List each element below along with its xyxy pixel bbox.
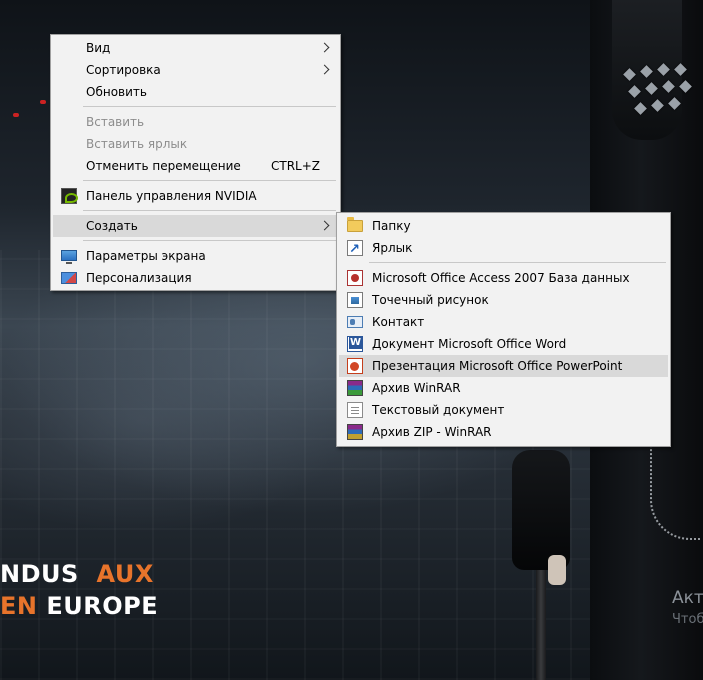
submenu-item-label: Архив ZIP - WinRAR	[372, 425, 492, 439]
chevron-right-icon	[319, 220, 330, 231]
access-icon	[347, 270, 363, 286]
submenu-item-label: Архив WinRAR	[372, 381, 461, 395]
submenu-item-powerpoint[interactable]: Презентация Microsoft Office PowerPoint	[339, 355, 668, 377]
word-icon	[347, 336, 363, 352]
zip-winrar-icon	[347, 424, 363, 440]
menu-item-label: Создать	[86, 219, 138, 233]
text-document-icon	[347, 402, 363, 418]
menu-item-label: Обновить	[86, 85, 147, 99]
folder-icon	[347, 217, 363, 232]
submenu-item-shortcut[interactable]: Ярлык	[339, 237, 668, 261]
wallpaper-promo-text: NDUS AUX EN EUROPE	[0, 558, 158, 622]
menu-item-personalization[interactable]: Персонализация	[53, 267, 338, 289]
wallpaper-side-text: Акт	[672, 588, 703, 608]
wallpaper-side-text-small: Чтоб	[672, 612, 703, 627]
personalization-icon	[61, 272, 77, 284]
submenu-item-label: Точечный рисунок	[372, 293, 489, 307]
menu-separator	[83, 210, 336, 211]
submenu-item-label: Ярлык	[372, 241, 413, 255]
create-submenu: Папку Ярлык Microsoft Office Access 2007…	[336, 212, 671, 447]
menu-item-label: Параметры экрана	[86, 249, 206, 263]
submenu-item-winrar-archive[interactable]: Архив WinRAR	[339, 377, 668, 399]
promo-line2-accent: EN	[0, 592, 38, 620]
submenu-item-bitmap[interactable]: Точечный рисунок	[339, 289, 668, 311]
menu-item-nvidia-control-panel[interactable]: Панель управления NVIDIA	[53, 185, 338, 207]
menu-item-label: Сортировка	[86, 63, 161, 77]
desktop-context-menu: Вид Сортировка Обновить Вставить Вставит…	[50, 34, 341, 291]
menu-item-undo-move[interactable]: Отменить перемещение CTRL+Z	[53, 155, 338, 177]
display-settings-icon	[61, 250, 77, 264]
powerpoint-icon	[347, 358, 363, 374]
submenu-item-label: Папку	[372, 219, 411, 233]
bitmap-icon	[347, 292, 363, 308]
menu-item-paste-shortcut: Вставить ярлык	[53, 133, 338, 155]
submenu-item-label: Контакт	[372, 315, 425, 329]
wallpaper-red-light	[40, 100, 46, 104]
wallpaper-glove	[512, 450, 570, 570]
menu-item-label: Вставить	[86, 115, 145, 129]
winrar-icon	[347, 380, 363, 396]
submenu-item-word-document[interactable]: Документ Microsoft Office Word	[339, 333, 668, 355]
submenu-item-access-database[interactable]: Microsoft Office Access 2007 База данных	[339, 267, 668, 289]
menu-item-shortcut: CTRL+Z	[270, 159, 320, 173]
menu-item-display-settings[interactable]: Параметры экрана	[53, 245, 338, 267]
menu-separator	[83, 180, 336, 181]
shortcut-icon	[347, 239, 363, 261]
promo-line1-text: NDUS	[0, 560, 79, 588]
chevron-right-icon	[319, 42, 330, 53]
menu-item-label: Вид	[86, 41, 111, 55]
menu-separator	[83, 106, 336, 107]
submenu-item-zip-archive[interactable]: Архив ZIP - WinRAR	[339, 421, 668, 443]
menu-item-label: Панель управления NVIDIA	[86, 189, 257, 203]
wallpaper-stick	[536, 570, 546, 680]
promo-line1-accent: AUX	[96, 560, 154, 588]
menu-item-sort[interactable]: Сортировка	[53, 59, 338, 81]
nvidia-icon	[61, 188, 78, 204]
menu-item-refresh[interactable]: Обновить	[53, 81, 338, 103]
menu-item-label: Отменить перемещение	[86, 159, 241, 173]
wallpaper-glove-thumb	[548, 555, 566, 585]
menu-separator	[369, 262, 666, 263]
submenu-item-text-document[interactable]: Текстовый документ	[339, 399, 668, 421]
wallpaper-studs	[620, 63, 700, 125]
submenu-item-label: Microsoft Office Access 2007 База данных	[372, 271, 630, 285]
submenu-item-label: Презентация Microsoft Office PowerPoint	[372, 359, 623, 373]
submenu-item-contact[interactable]: Контакт	[339, 311, 668, 333]
chevron-right-icon	[319, 64, 330, 75]
submenu-item-folder[interactable]: Папку	[339, 215, 668, 237]
submenu-item-label: Документ Microsoft Office Word	[372, 337, 567, 351]
menu-item-create[interactable]: Создать	[53, 215, 338, 237]
submenu-item-label: Текстовый документ	[372, 403, 505, 417]
menu-item-label: Персонализация	[86, 271, 192, 285]
menu-item-view[interactable]: Вид	[53, 37, 338, 59]
wallpaper-red-light	[13, 113, 19, 117]
menu-item-paste: Вставить	[53, 111, 338, 133]
promo-line2-text: EUROPE	[46, 592, 159, 620]
menu-item-label: Вставить ярлык	[86, 137, 188, 151]
contact-icon	[347, 316, 363, 328]
menu-separator	[83, 240, 336, 241]
